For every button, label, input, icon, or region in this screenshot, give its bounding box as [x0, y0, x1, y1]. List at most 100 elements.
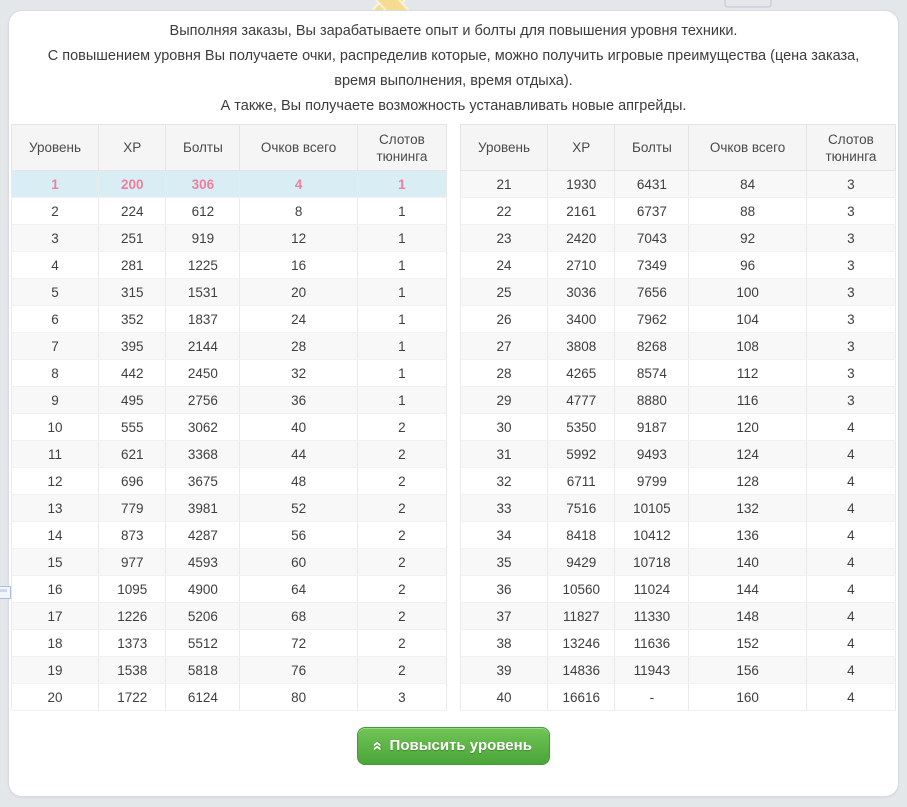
table-row-level-34: 348418104121364: [461, 522, 896, 549]
table-cell: 4: [806, 630, 895, 657]
table-cell: 9187: [615, 414, 689, 441]
table-row-level-33: 337516101051324: [461, 495, 896, 522]
table-cell: 5818: [166, 657, 240, 684]
table-cell: 20: [12, 684, 99, 711]
table-cell: 3: [357, 684, 446, 711]
table-cell: 3: [806, 306, 895, 333]
table-cell: 2: [357, 549, 446, 576]
table-cell: 251: [99, 225, 166, 252]
table-cell: 26: [461, 306, 548, 333]
table-cell: 152: [689, 630, 806, 657]
table-cell: 2: [357, 603, 446, 630]
table-cell: 84: [689, 171, 806, 198]
table-cell: 306: [166, 171, 240, 198]
table-row-level-1: 120030641: [12, 171, 447, 198]
table-cell: 3: [806, 252, 895, 279]
table-cell: 1: [357, 279, 446, 306]
table-cell: 33: [461, 495, 548, 522]
table-cell: 2: [357, 495, 446, 522]
table-row-level-32: 32671197991284: [461, 468, 896, 495]
table-cell: 23: [461, 225, 548, 252]
column-header-total-points: Очков всего: [689, 125, 806, 171]
table-row-level-22: 2221616737883: [461, 198, 896, 225]
table-cell: 3675: [166, 468, 240, 495]
table-cell: 1722: [99, 684, 166, 711]
table-cell: 4: [12, 252, 99, 279]
table-row-level-18: 1813735512722: [12, 630, 447, 657]
table-cell: 36: [461, 576, 548, 603]
table-cell: 1: [357, 225, 446, 252]
table-cell: 44: [240, 441, 357, 468]
table-cell: 3: [806, 333, 895, 360]
table-cell: 7656: [615, 279, 689, 306]
levels-tables: Уровень XP Болты Очков всего Слотов тюни…: [11, 124, 896, 711]
level-up-button[interactable]: » Повысить уровень: [357, 727, 550, 765]
table-cell: 104: [689, 306, 806, 333]
levels-panel: Выполняя заказы, Вы зарабатываете опыт и…: [8, 10, 899, 797]
table-cell: 6711: [548, 468, 615, 495]
table-cell: 10412: [615, 522, 689, 549]
table-cell: 88: [689, 198, 806, 225]
table-cell: 3: [12, 225, 99, 252]
table-cell: 3: [806, 279, 895, 306]
table-cell: 14: [12, 522, 99, 549]
intro-text: Выполняя заказы, Вы зарабатываете опыт и…: [11, 19, 896, 119]
table-cell: 64: [240, 576, 357, 603]
table-cell: 6431: [615, 171, 689, 198]
table-cell: 40: [240, 414, 357, 441]
column-header-tuning-slots: Слотов тюнинга: [357, 125, 446, 171]
table-cell: 1531: [166, 279, 240, 306]
table-cell: 40: [461, 684, 548, 711]
table-cell: 29: [461, 387, 548, 414]
table-cell: 8268: [615, 333, 689, 360]
table-cell: 160: [689, 684, 806, 711]
table-row-level-12: 126963675482: [12, 468, 447, 495]
table-cell: 4593: [166, 549, 240, 576]
table-cell: 6124: [166, 684, 240, 711]
table-row-level-15: 159774593602: [12, 549, 447, 576]
table-cell: 17: [12, 603, 99, 630]
table-cell: 12: [240, 225, 357, 252]
table-cell: 6: [12, 306, 99, 333]
table-cell: 35: [461, 549, 548, 576]
intro-line-3: А также, Вы получаете возможность устана…: [29, 94, 878, 119]
table-cell: 120: [689, 414, 806, 441]
column-header-xp: XP: [99, 125, 166, 171]
table-cell: 5992: [548, 441, 615, 468]
table-cell: 555: [99, 414, 166, 441]
table-cell: 24: [240, 306, 357, 333]
table-cell: 25: [461, 279, 548, 306]
table-cell: 2144: [166, 333, 240, 360]
table-cell: 48: [240, 468, 357, 495]
table-cell: 1: [357, 360, 446, 387]
table-cell: 19: [12, 657, 99, 684]
table-row-level-39: 3914836119431564: [461, 657, 896, 684]
table-cell: 60: [240, 549, 357, 576]
table-cell: 1: [357, 198, 446, 225]
table-cell: 3: [806, 198, 895, 225]
table-row-level-14: 148734287562: [12, 522, 447, 549]
table-cell: 3062: [166, 414, 240, 441]
table-cell: 108: [689, 333, 806, 360]
background-box-decoration: [724, 0, 772, 8]
table-cell: 36: [240, 387, 357, 414]
table-cell: 1: [357, 387, 446, 414]
table-cell: 39: [461, 657, 548, 684]
table-cell: 136: [689, 522, 806, 549]
table-cell: -: [615, 684, 689, 711]
table-cell: 6737: [615, 198, 689, 225]
table-cell: 8: [12, 360, 99, 387]
table-header-row: Уровень XP Болты Очков всего Слотов тюни…: [12, 125, 447, 171]
table-cell: 15: [12, 549, 99, 576]
table-cell: 9429: [548, 549, 615, 576]
table-row-level-21: 2119306431843: [461, 171, 896, 198]
table-cell: 34: [461, 522, 548, 549]
table-cell: 11024: [615, 576, 689, 603]
table-row-level-13: 137793981522: [12, 495, 447, 522]
table-cell: 200: [99, 171, 166, 198]
table-row-level-28: 28426585741123: [461, 360, 896, 387]
table-cell: 2450: [166, 360, 240, 387]
table-cell: 11943: [615, 657, 689, 684]
table-cell: 1373: [99, 630, 166, 657]
table-cell: 72: [240, 630, 357, 657]
